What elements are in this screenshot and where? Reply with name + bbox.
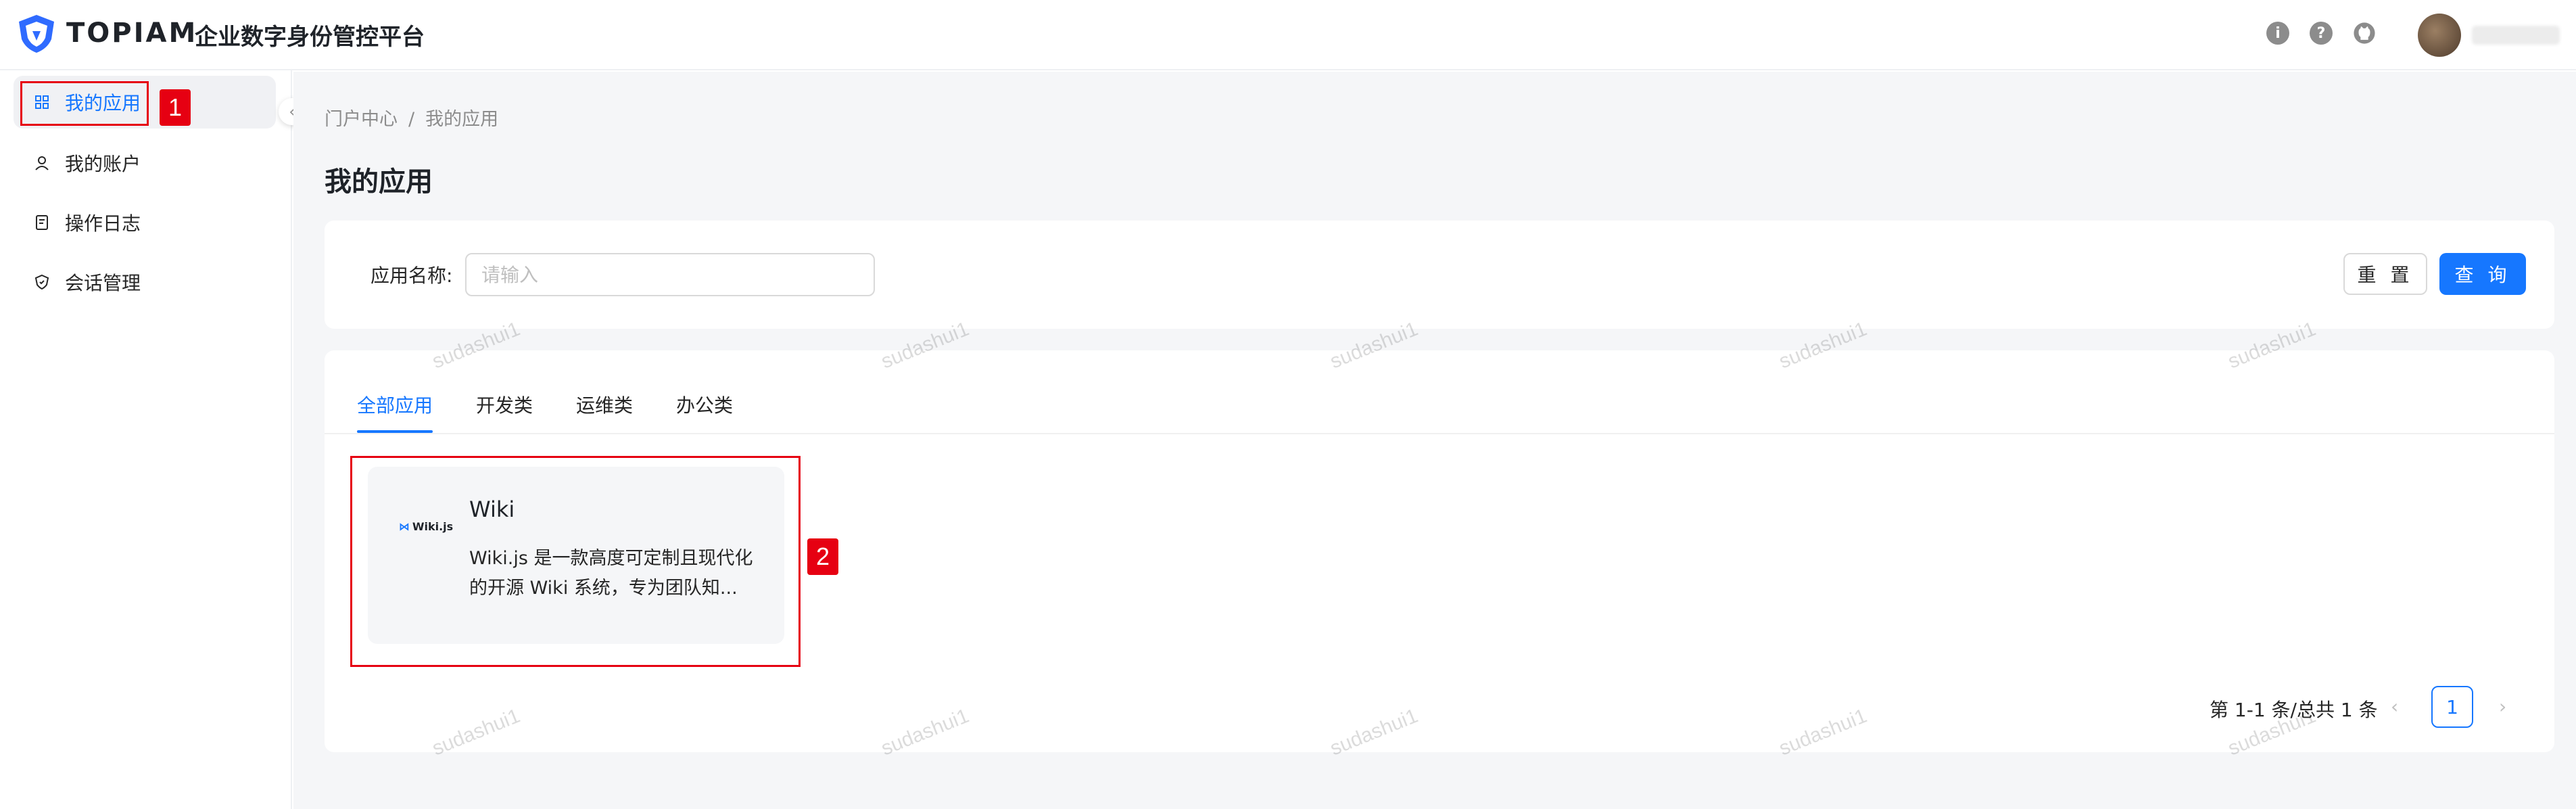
platform-subtitle: 企业数字身份管控平台 — [195, 24, 425, 51]
annotation-number-2: 2 — [807, 538, 838, 575]
breadcrumb-item-current: 我的应用 — [425, 109, 499, 130]
annotation-box-1 — [20, 81, 149, 126]
page-title: 我的应用 — [325, 166, 433, 198]
github-icon[interactable] — [2353, 22, 2376, 45]
sidebar-item-label: 操作日志 — [65, 212, 141, 235]
annotation-number-1: 1 — [160, 89, 191, 126]
tab-all-apps[interactable]: 全部应用 — [357, 391, 433, 418]
user-avatar[interactable] — [2418, 14, 2461, 57]
tab-development[interactable]: 开发类 — [476, 391, 533, 418]
sidebar-item-label: 我的账户 — [65, 153, 141, 175]
breadcrumb-item-portal[interactable]: 门户中心 — [325, 109, 398, 130]
breadcrumb: 门户中心 / 我的应用 — [325, 104, 498, 131]
sidebar-item-label: 会话管理 — [65, 272, 141, 294]
reset-button[interactable]: 重 置 — [2343, 253, 2427, 295]
sidebar-item-session-management[interactable]: 会话管理 — [14, 256, 276, 308]
tab-operations[interactable]: 运维类 — [576, 391, 633, 418]
top-header: TOPIAM 企业数字身份管控平台 i ? — [0, 0, 2576, 70]
log-icon — [32, 213, 51, 232]
annotation-box-2 — [350, 456, 801, 667]
tabs-divider — [325, 433, 2554, 434]
tab-office[interactable]: 办公类 — [676, 391, 733, 418]
breadcrumb-separator: / — [408, 109, 415, 130]
app-name-input[interactable] — [465, 253, 875, 296]
query-button[interactable]: 查 询 — [2439, 253, 2526, 295]
page-number-button[interactable]: 1 — [2431, 686, 2473, 728]
sidebar-item-my-account[interactable]: 我的账户 — [14, 137, 276, 189]
brand-name: TOPIAM — [66, 18, 198, 49]
sidebar-item-operation-log[interactable]: 操作日志 — [14, 196, 276, 249]
user-icon — [32, 154, 51, 172]
prev-page-button[interactable]: ‹ — [2391, 695, 2398, 718]
help-icon[interactable]: ? — [2310, 22, 2333, 45]
username-blurred[interactable] — [2472, 26, 2560, 45]
info-icon[interactable]: i — [2266, 22, 2289, 45]
next-page-button[interactable]: › — [2499, 695, 2506, 718]
active-tab-indicator — [357, 430, 433, 433]
app-name-label: 应用名称: — [371, 264, 453, 287]
shield-icon — [32, 273, 51, 292]
topiam-logo-icon — [19, 15, 54, 53]
